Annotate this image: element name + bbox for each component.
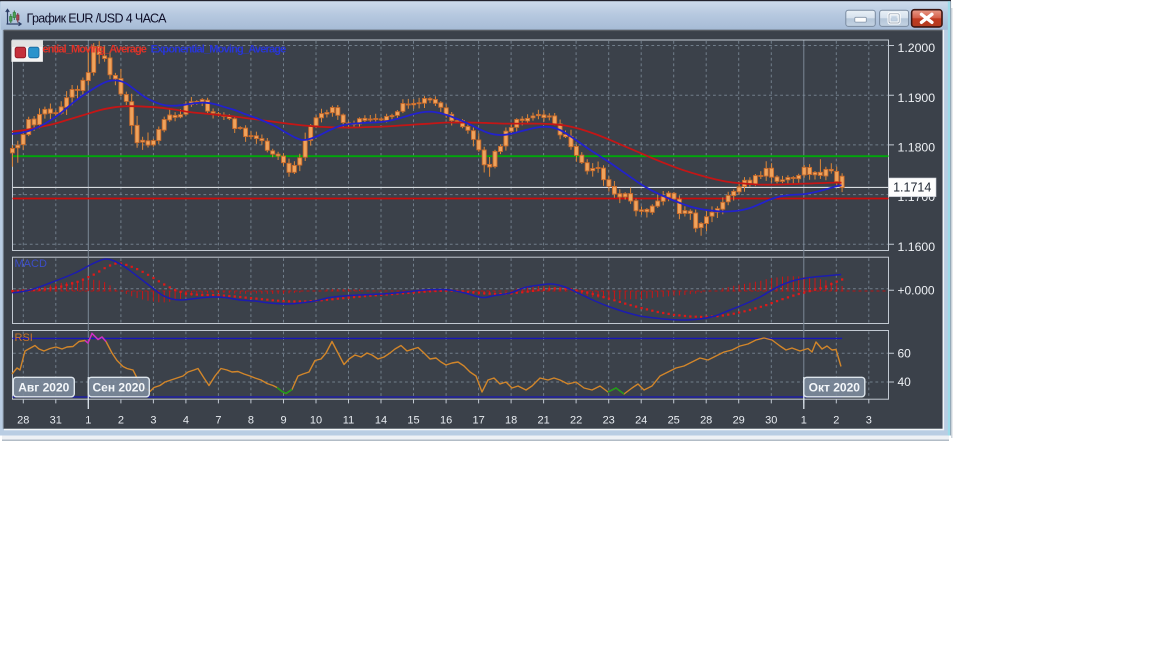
svg-text:MACD: MACD <box>15 258 47 270</box>
svg-text:60: 60 <box>898 347 912 361</box>
svg-text:29: 29 <box>733 414 745 426</box>
svg-text:11: 11 <box>343 414 354 426</box>
svg-text:1.1900: 1.1900 <box>898 91 936 105</box>
svg-text:ential_Moving_Average: ential_Moving_Average <box>42 43 146 55</box>
svg-text:30: 30 <box>765 414 777 426</box>
svg-text:4: 4 <box>183 414 189 426</box>
svg-text:Авг 2020: Авг 2020 <box>18 380 69 394</box>
svg-text:1.1714: 1.1714 <box>893 181 931 195</box>
svg-text:1: 1 <box>85 414 91 426</box>
svg-text:22: 22 <box>570 414 582 426</box>
svg-text:17: 17 <box>472 414 484 426</box>
svg-text:+0.000: +0.000 <box>898 283 935 297</box>
svg-text:18: 18 <box>505 414 517 426</box>
svg-text:10: 10 <box>310 414 322 426</box>
svg-text:25: 25 <box>668 414 680 426</box>
svg-text:График EUR /USD 4 ЧАСА: График EUR /USD 4 ЧАСА <box>27 12 168 26</box>
svg-text:28: 28 <box>700 414 712 426</box>
svg-text:24: 24 <box>635 414 647 426</box>
svg-text:Exponential_Moving_Average: Exponential_Moving_Average <box>151 43 287 55</box>
svg-text:3: 3 <box>150 414 156 426</box>
svg-text:1.2000: 1.2000 <box>898 41 936 55</box>
svg-text:15: 15 <box>407 414 419 426</box>
svg-text:7: 7 <box>215 414 221 426</box>
svg-text:31: 31 <box>50 414 62 426</box>
svg-text:14: 14 <box>375 414 387 426</box>
svg-text:9: 9 <box>280 414 286 426</box>
svg-text:28: 28 <box>17 414 29 426</box>
svg-text:23: 23 <box>603 414 615 426</box>
svg-text:16: 16 <box>440 414 452 426</box>
svg-text:Сен 2020: Сен 2020 <box>92 380 145 394</box>
svg-text:RSI: RSI <box>15 332 33 344</box>
svg-text:21: 21 <box>537 414 549 426</box>
svg-text:3: 3 <box>866 414 872 426</box>
svg-text:1.1600: 1.1600 <box>898 240 936 254</box>
svg-text:40: 40 <box>898 375 912 389</box>
svg-text:2: 2 <box>118 414 124 426</box>
svg-text:Окт 2020: Окт 2020 <box>809 380 861 394</box>
svg-text:2: 2 <box>833 414 839 426</box>
svg-text:1: 1 <box>801 414 807 426</box>
svg-text:1.1800: 1.1800 <box>898 141 936 155</box>
svg-text:8: 8 <box>248 414 254 426</box>
